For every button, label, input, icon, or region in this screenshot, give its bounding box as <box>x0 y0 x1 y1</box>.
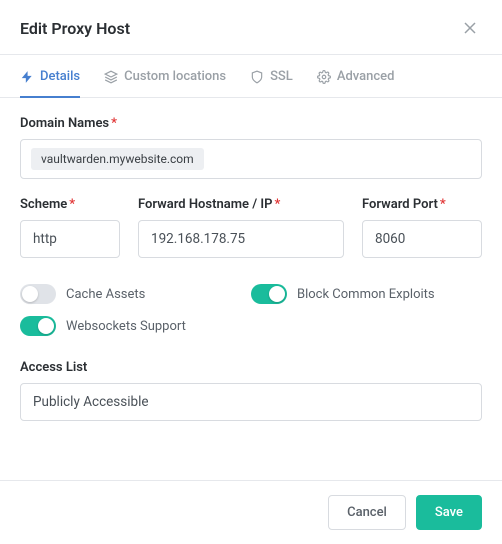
tab-bar: Details Custom locations SSL Advanced <box>0 55 502 98</box>
tab-custom-locations[interactable]: Custom locations <box>104 55 226 98</box>
scheme-input[interactable] <box>20 220 120 258</box>
gear-icon <box>317 70 331 84</box>
domain-names-input[interactable]: vaultwarden.mywebsite.com <box>20 139 482 179</box>
tab-ssl[interactable]: SSL <box>250 55 293 98</box>
tab-label: Custom locations <box>124 69 226 84</box>
save-button[interactable]: Save <box>416 495 482 530</box>
label-scheme: Scheme* <box>20 197 120 212</box>
tab-label: SSL <box>270 69 293 84</box>
label-access-list: Access List <box>20 360 482 375</box>
label-websockets: Websockets Support <box>66 319 186 334</box>
cache-assets-toggle[interactable] <box>20 284 56 304</box>
shield-icon <box>250 70 264 84</box>
label-forward-port: Forward Port* <box>362 197 482 212</box>
page-title: Edit Proxy Host <box>20 19 130 38</box>
cancel-button[interactable]: Cancel <box>328 495 406 530</box>
tab-label: Advanced <box>337 69 395 84</box>
forward-port-input[interactable] <box>362 220 482 258</box>
domain-tag[interactable]: vaultwarden.mywebsite.com <box>31 148 204 170</box>
label-cache-assets: Cache Assets <box>66 287 145 302</box>
close-button[interactable] <box>458 16 482 40</box>
forward-host-input[interactable] <box>138 220 344 258</box>
label-forward-host: Forward Hostname / IP* <box>138 197 344 212</box>
label-domain-names: Domain Names* <box>20 116 482 131</box>
layers-icon <box>104 70 118 84</box>
tab-advanced[interactable]: Advanced <box>317 55 395 98</box>
tab-details[interactable]: Details <box>20 55 80 98</box>
tab-label: Details <box>40 69 80 84</box>
bolt-icon <box>20 70 34 84</box>
access-list-input[interactable] <box>20 383 482 421</box>
websockets-toggle[interactable] <box>20 316 56 336</box>
label-block-exploits: Block Common Exploits <box>297 287 435 302</box>
block-exploits-toggle[interactable] <box>251 284 287 304</box>
